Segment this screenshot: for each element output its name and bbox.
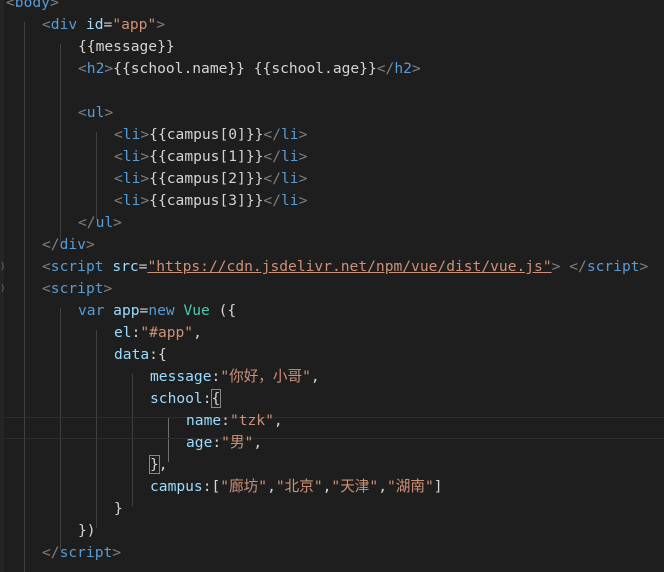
token-text: {{school.name}} {{school.age}} — [113, 60, 377, 77]
token-text: {{campus[3]}} — [149, 192, 264, 209]
indent-guide — [24, 22, 25, 572]
token-text: {{campus[1]}} — [149, 148, 264, 165]
token-url-link[interactable]: "https://cdn.jsdelivr.net/npm/vue/dist/v… — [147, 258, 551, 275]
token-tag: h2 — [394, 60, 412, 77]
code-line-10[interactable]: <li>{{campus[3]}}</li> — [114, 190, 307, 212]
token-keyword: new — [148, 302, 175, 319]
bracket-match-close: } — [149, 455, 160, 474]
token-tag: script — [586, 258, 640, 275]
code-line-11[interactable]: </ul> — [78, 212, 122, 234]
code-line-25[interactable]: }) — [78, 520, 96, 542]
token-tag: script — [59, 544, 113, 561]
token-tag: li — [122, 148, 141, 165]
code-line-16[interactable]: el:"#app", — [114, 322, 202, 344]
token-tag: li — [280, 192, 299, 209]
token-class: Vue — [183, 302, 210, 319]
token-string: "你好，小哥" — [220, 368, 311, 385]
code-line-4[interactable]: <h2>{{school.name}} {{school.age}}</h2> — [78, 58, 421, 80]
token-text: {{message}} — [78, 38, 175, 55]
token-tag: script — [50, 280, 104, 297]
code-line-9[interactable]: <li>{{campus[2]}}</li> — [114, 168, 307, 190]
token-tag: ul — [86, 104, 105, 121]
code-line-1[interactable]: <body> — [6, 0, 59, 14]
token-tag: h2 — [86, 60, 105, 77]
token-tag: div — [50, 16, 78, 33]
token-string: "北京" — [275, 478, 323, 495]
token-tag: ul — [95, 214, 114, 231]
token-keyword: var — [78, 302, 105, 319]
token-text: {{campus[2]}} — [149, 170, 264, 187]
token-string: "tzk" — [229, 412, 274, 429]
code-editor[interactable]: ) ) <body> <div id="app"> {{message}} <h… — [0, 0, 664, 572]
token-tag: li — [122, 126, 141, 143]
bracket-match-open: { — [210, 389, 222, 408]
indent-guide — [60, 44, 61, 242]
token-tag: script — [50, 258, 104, 275]
token-property: campus — [150, 478, 203, 495]
code-line-18[interactable]: message:"你好，小哥", — [150, 366, 320, 388]
code-line-12[interactable]: </div> — [42, 234, 95, 256]
token-string: "湖南" — [386, 478, 434, 495]
code-line-14[interactable]: <script> — [42, 278, 112, 300]
code-line-23[interactable]: campus:["廊坊","北京","天津","湖南"] — [150, 476, 443, 498]
current-line-highlight — [4, 417, 664, 439]
indent-guide — [132, 374, 133, 506]
token-attr: id — [85, 16, 104, 33]
token-tag: body — [14, 0, 50, 11]
gutter-mark: ) — [0, 284, 6, 294]
token-string: "男" — [221, 434, 254, 451]
code-line-3[interactable]: {{message}} — [78, 36, 175, 58]
indent-guide — [96, 132, 97, 220]
code-line-19[interactable]: school:{ — [150, 388, 222, 410]
code-line-20[interactable]: name:"tzk", — [186, 410, 283, 432]
token-variable: app — [113, 302, 140, 319]
token-tag: div — [59, 236, 86, 253]
code-line-2[interactable]: <div id="app"> — [42, 14, 165, 36]
token-string: "app" — [112, 16, 157, 33]
token-property: name — [186, 412, 222, 429]
code-line-17[interactable]: data:{ — [114, 344, 167, 366]
code-line-21[interactable]: age:"男", — [186, 432, 262, 454]
token-text: {{campus[0]}} — [149, 126, 264, 143]
code-line-26[interactable]: </script> — [42, 542, 121, 564]
code-line-7[interactable]: <li>{{campus[0]}}</li> — [114, 124, 307, 146]
token-tag: li — [122, 192, 141, 209]
token-property: data — [114, 346, 150, 363]
token-property: age — [186, 434, 213, 451]
code-line-22[interactable]: }, — [149, 454, 168, 476]
token-tag: li — [280, 170, 299, 187]
token-property: message — [150, 368, 212, 385]
gutter-mark: ) — [0, 262, 6, 272]
token-property: school — [150, 390, 203, 407]
code-line-13[interactable]: <script src="https://cdn.jsdelivr.net/np… — [42, 256, 648, 278]
token-tag: li — [280, 126, 299, 143]
token-attr: src — [112, 258, 139, 275]
token-tag: li — [122, 170, 141, 187]
code-line-24[interactable]: } — [114, 498, 123, 520]
token-string: "#app" — [140, 324, 194, 341]
code-line-8[interactable]: <li>{{campus[1]}}</li> — [114, 146, 307, 168]
token-string: "天津" — [331, 478, 379, 495]
token-property: el — [114, 324, 132, 341]
token-string: "廊坊" — [220, 478, 268, 495]
code-line-15[interactable]: var app=new Vue ({ — [78, 300, 236, 322]
code-line-6[interactable]: <ul> — [78, 102, 113, 124]
token-tag: li — [280, 148, 299, 165]
